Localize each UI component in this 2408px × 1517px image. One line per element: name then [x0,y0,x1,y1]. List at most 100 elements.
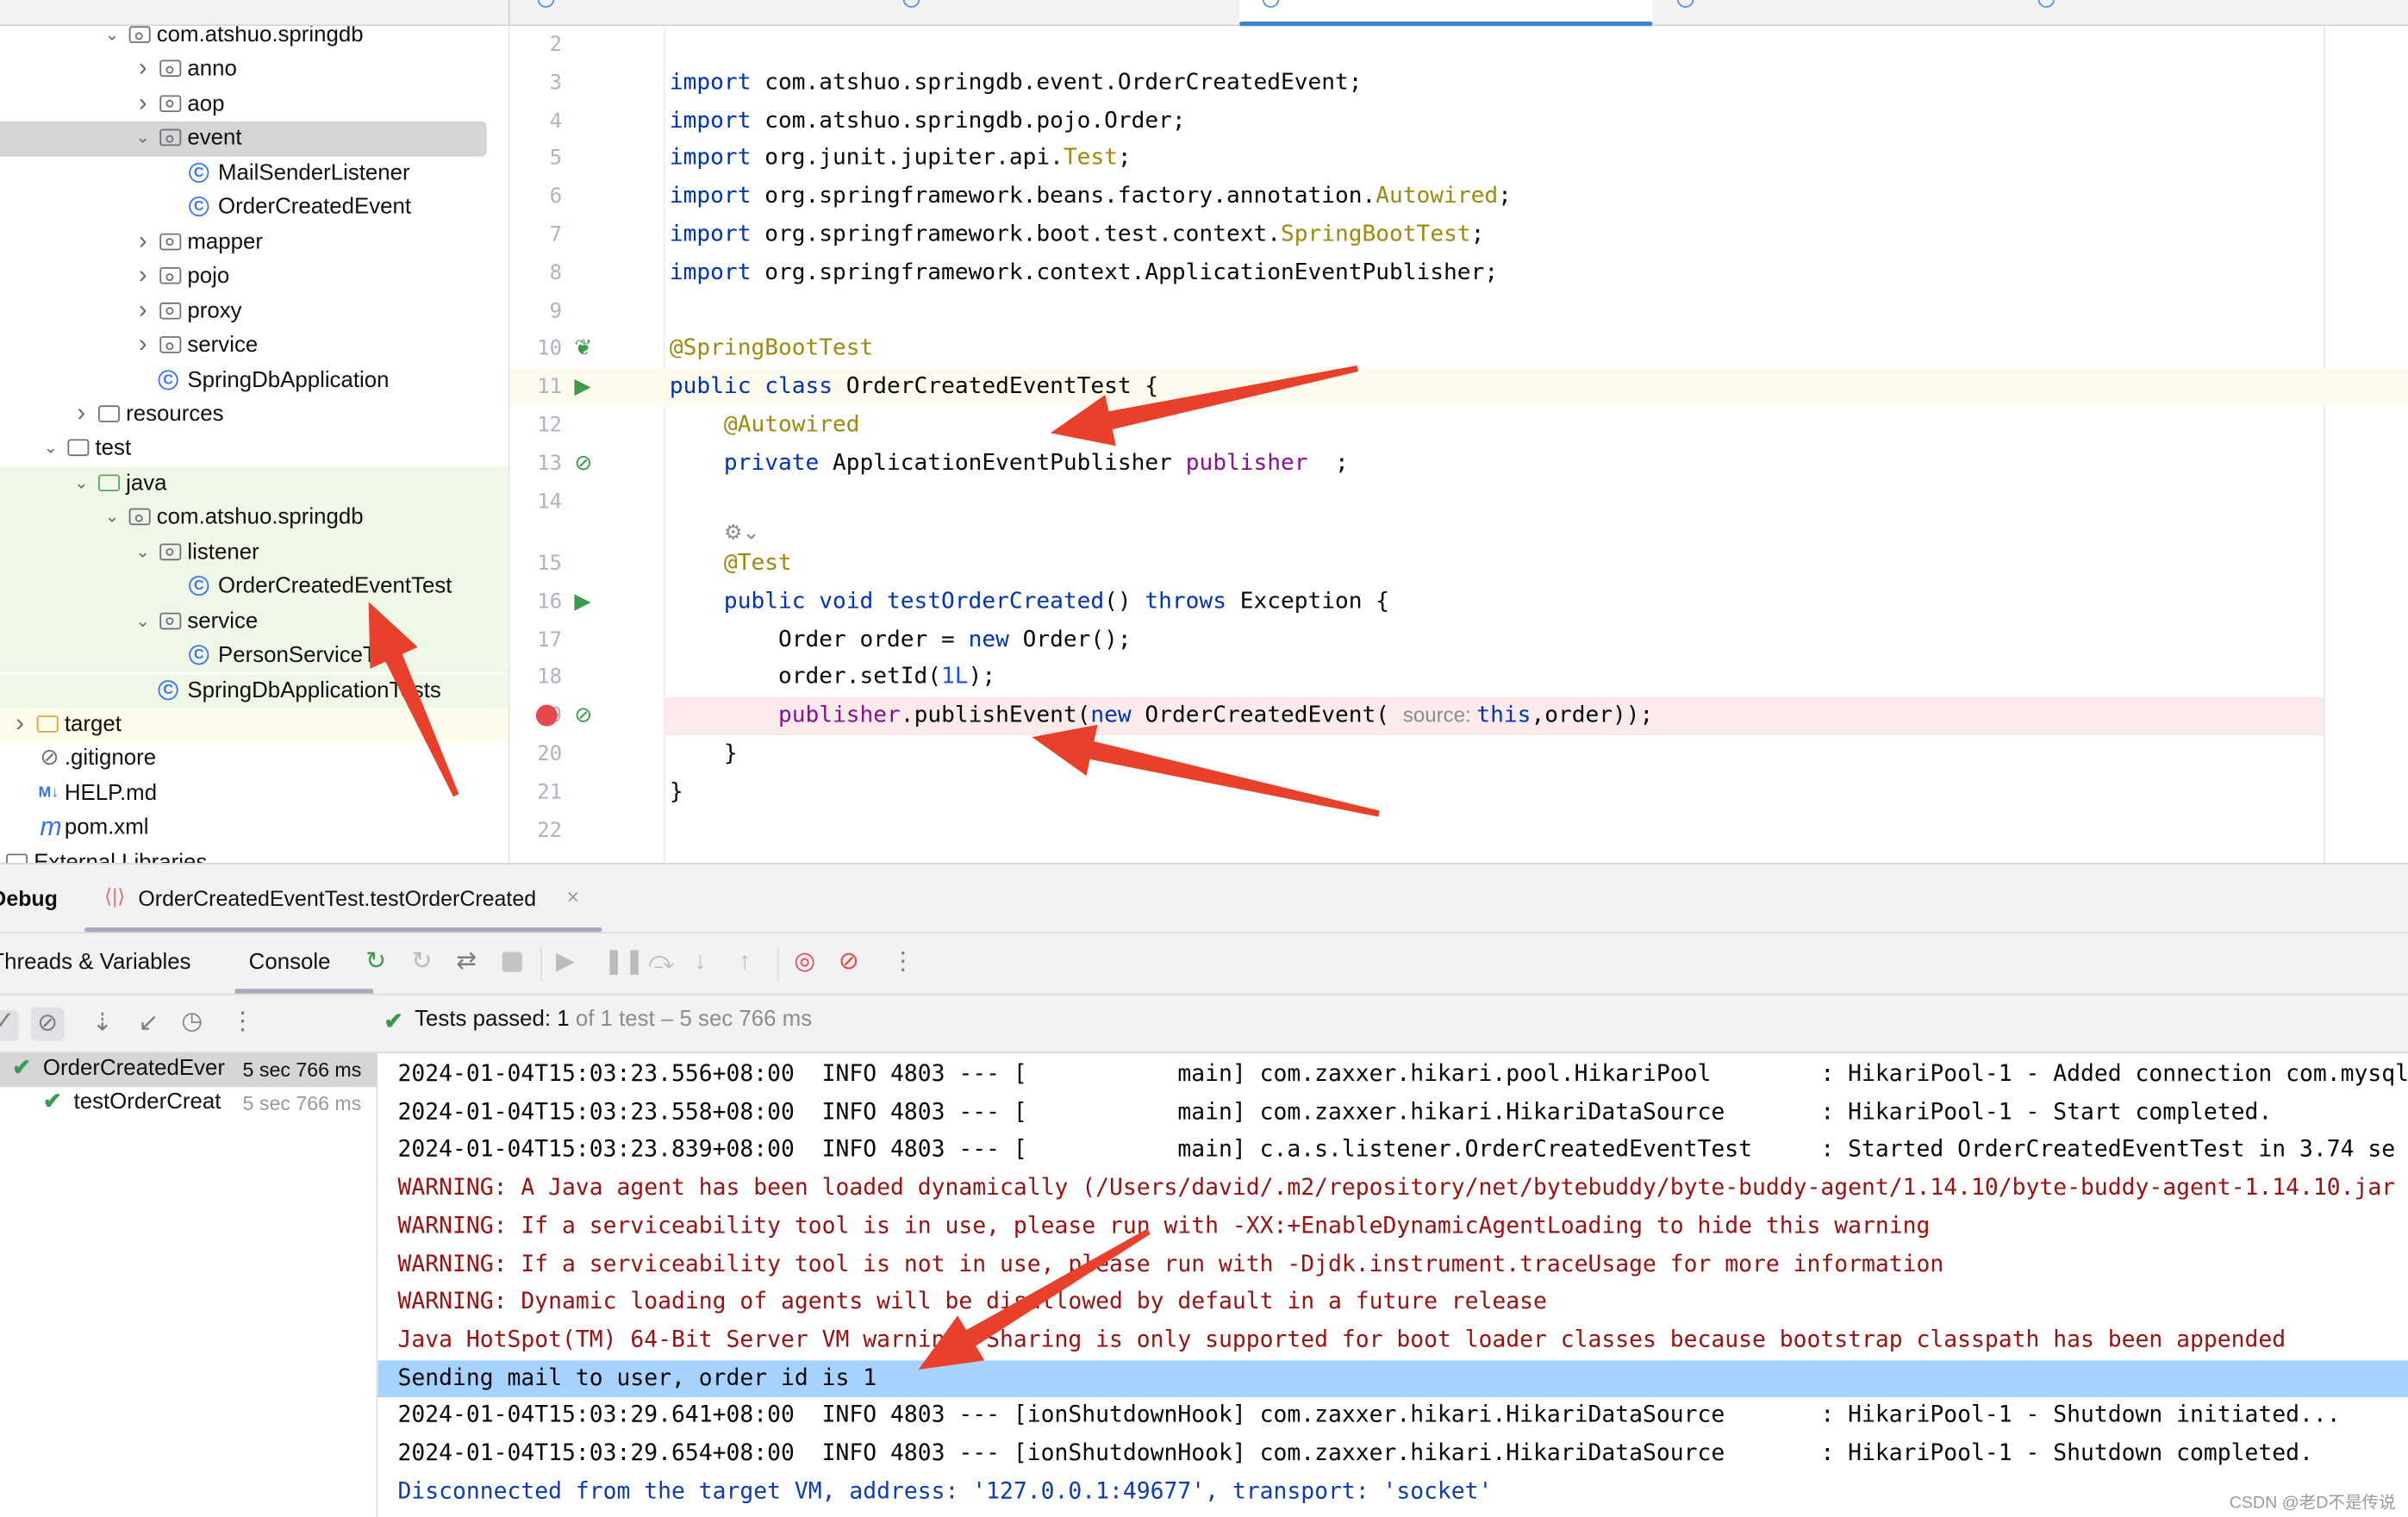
event-icon[interactable]: ⊘ [574,697,592,735]
code-line[interactable]: 16 ▶ public void testOrderCreated() throw… [510,583,2408,621]
test-row[interactable]: ✔ testOrderCreat 5 sec 766 ms [0,1087,377,1121]
code-line[interactable]: 18 order.setId(1L); [510,659,2408,697]
restore-layout-icon[interactable]: ⇄ [456,950,477,976]
breakpoint-icon[interactable] [535,704,558,727]
console-line[interactable]: 2024-01-04T15:03:23.556+08:00 INFO 4803 … [377,1057,2408,1095]
tree-item[interactable]: › service [0,328,508,363]
close-icon[interactable]: × [567,884,580,909]
tree-item[interactable]: › proxy [0,294,508,328]
chevron-right-icon[interactable]: › [134,259,152,293]
tab-console[interactable]: Console [249,951,331,976]
tree-item[interactable]: ⌄ java [0,466,508,502]
code-line[interactable]: 9 [510,293,2408,331]
console-line[interactable]: 2024-01-04T15:03:23.558+08:00 INFO 4803 … [377,1095,2408,1133]
project-tree[interactable]: ⌄ com.atshuo.springdb › anno › aop ⌄ event C Mail… [0,26,510,864]
console-line[interactable]: WARNING: Dynamic loading of agents will … [377,1284,2408,1322]
tree-item[interactable]: › pojo [0,259,508,294]
test-row-selected[interactable]: ✔ OrderCreatedEver 5 sec 766 ms [0,1053,377,1088]
code-line[interactable]: 7 import org.springframework.boot.test.co… [510,216,2408,254]
run-test-icon[interactable]: ▶ [574,583,590,621]
code-line[interactable]: 5 import org.junit.jupiter.api.Test; [510,140,2408,178]
console-line[interactable]: 2024-01-04T15:03:29.641+08:00 INFO 4803 … [377,1398,2408,1436]
code-line[interactable]: 6 import org.springframework.beans.factor… [510,178,2408,216]
step-over-icon[interactable]: ⤼ [648,950,674,976]
tree-item[interactable]: C PersonServiceTest [0,639,508,674]
code-line[interactable]: 2 [510,26,2408,64]
chevron-right-icon[interactable]: › [72,397,90,431]
run-test-icon[interactable]: ▶ [574,369,590,407]
code-line[interactable]: 11 ▶ public class OrderCreatedEventTest { [509,368,2408,408]
console-output[interactable]: 2024-01-04T15:03:23.556+08:00 INFO 4803 … [377,1053,2408,1517]
debug-session-tab[interactable]: OrderCreatedEventTest.testOrderCreated [138,886,536,911]
code-line[interactable]: 8 import org.springframework.context.Appl… [510,254,2408,292]
tree-item[interactable]: C SpringDbApplicationTests [0,673,508,709]
code-line[interactable]: 22 [510,811,2408,849]
console-line[interactable]: 2024-01-04T15:03:23.839+08:00 INFO 4803 … [377,1133,2408,1171]
autowired-bean-icon[interactable]: ⊘ [574,445,592,483]
tree-item[interactable]: M↓ HELP.md [0,777,508,811]
console-line[interactable]: WARNING: A Java agent has been loaded dy… [377,1171,2408,1208]
show-ignored-icon[interactable]: ⊘ [30,1007,65,1041]
tree-item[interactable]: ›External Libraries [0,846,508,864]
chevron-down-icon[interactable]: ⌄ [41,432,59,465]
collapse-icon[interactable]: ↙ [138,1011,159,1037]
editor-tab[interactable] [2035,0,2188,25]
chevron-down-icon[interactable]: ⌄ [134,122,152,155]
tree-item[interactable]: ⊘ .gitignore [0,742,508,777]
tree-item[interactable]: ⌄ event [0,122,487,157]
editor-tab[interactable] [1674,0,2012,25]
tree-item[interactable]: ⌄ test [0,432,508,466]
code-line[interactable]: 21} [510,773,2408,811]
tree-item[interactable]: ⌄ service [0,604,508,640]
test-results-tree[interactable]: ✔ OrderCreatedEver 5 sec 766 ms ✔ testOr… [0,1053,378,1517]
step-out-icon[interactable]: ↑ [739,950,751,976]
resume-icon[interactable]: ▶ [556,950,575,976]
tree-item[interactable]: ⌄ listener [0,535,508,571]
chevron-right-icon[interactable]: › [134,53,152,86]
history-icon[interactable]: ◷ [181,1009,203,1035]
more-icon[interactable]: ⋮ [230,1009,255,1035]
chevron-right-icon[interactable]: › [10,708,28,741]
code-line[interactable]: 17 Order order = new Order(); [510,621,2408,659]
tree-item[interactable]: › resources [0,397,508,432]
stop-icon[interactable] [502,952,522,972]
editor-tab[interactable] [898,0,1228,25]
tree-item[interactable]: C SpringDbApplication [0,363,508,397]
code-line[interactable]: 10 ❦ @SpringBootTest [510,331,2408,369]
editor-tab[interactable] [530,0,883,25]
console-line[interactable]: Disconnected from the target VM, address… [377,1474,2408,1512]
code-line[interactable]: 15 @Test [510,545,2408,583]
tree-item[interactable]: C OrderCreatedEventTest [0,570,508,605]
code-line[interactable]: 12 @Autowired [510,407,2408,445]
rerun-debug-icon[interactable]: ↻ [365,950,386,976]
tree-item[interactable]: › aop [0,87,508,122]
editor-tab-active[interactable] [1238,0,1653,27]
code-line[interactable]: 3 import com.atshuo.springdb.event.OrderC… [510,64,2408,102]
more-icon[interactable]: ⋮ [891,950,916,976]
chevron-down-icon[interactable]: ⌄ [134,604,152,638]
mute-breakpoints-icon[interactable]: ⊘ [839,950,859,976]
tree-item[interactable]: › anno [0,53,508,87]
console-line-selected[interactable]: Sending mail to user, order id is 1 [377,1359,2408,1398]
console-line[interactable]: Java HotSpot(TM) 64-Bit Server VM warnin… [377,1322,2408,1360]
tree-item[interactable]: ⌄ com.atshuo.springdb [0,501,508,536]
rerun-failed-icon[interactable]: ↻ [412,950,433,976]
sort-icon[interactable]: ⇣ [92,1011,113,1037]
tree-item[interactable]: › mapper [0,225,508,259]
console-line[interactable]: WARNING: If a serviceability tool is in … [377,1208,2408,1246]
view-breakpoints-icon[interactable]: ◎ [794,950,815,976]
tree-item[interactable]: C OrderCreatedEvent [0,190,508,225]
chevron-down-icon[interactable]: ⌄ [103,26,121,52]
code-line[interactable]: 19⊘ publisher.publishEvent(new OrderCrea… [535,696,2324,736]
chevron-right-icon[interactable]: › [134,87,152,121]
code-line[interactable]: 4 import com.atshuo.springdb.pojo.Order; [510,103,2408,140]
code-line[interactable]: 13 ⊘ private ApplicationEventPublisher pu… [510,445,2408,483]
show-passed-icon[interactable]: ✓ [0,1009,19,1041]
step-into-icon[interactable]: ↓ [694,950,706,976]
console-line[interactable]: WARNING: If a serviceability tool is not… [377,1246,2408,1284]
pause-icon[interactable]: ❚❚ [603,950,645,976]
chevron-right-icon[interactable]: › [134,328,152,362]
chevron-right-icon[interactable]: › [134,225,152,259]
tree-item[interactable]: › target [0,708,508,743]
chevron-down-icon[interactable]: ⌄ [134,535,152,569]
